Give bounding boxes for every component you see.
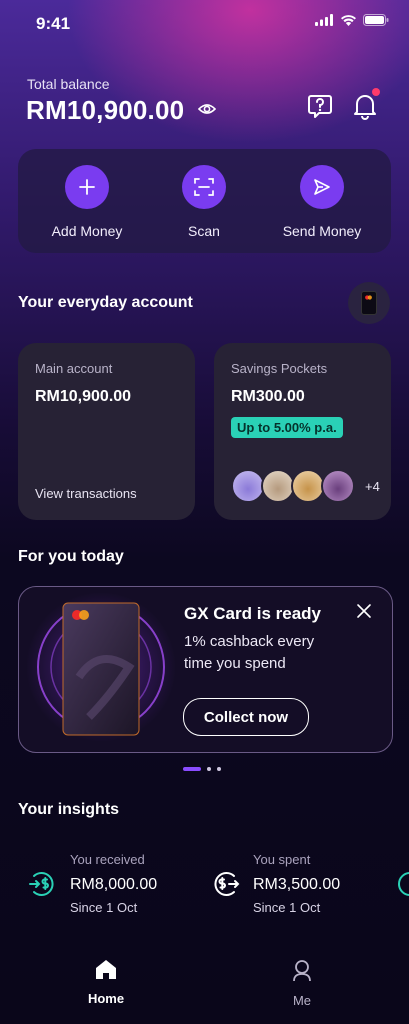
scan-label: Scan [188,223,220,239]
notification-bell-icon[interactable] [352,88,380,125]
home-icon [96,960,116,979]
received-since: Since 1 Oct [70,900,138,915]
received-icon [28,870,56,903]
carousel-pagination [183,767,221,771]
pocket-avatar-food [291,469,325,503]
plus-icon [65,165,109,209]
interest-rate-badge-text: Up to 5.00% p.a. [231,417,343,438]
everyday-account-title: Your everyday account [18,294,193,311]
savings-pockets-amount: RM300.00 [231,388,305,405]
quick-actions-panel: Add Money Scan Send Money [18,149,391,253]
nav-home[interactable]: Home [66,958,146,1006]
scan-button[interactable]: Scan [154,165,254,239]
send-money-button[interactable]: Send Money [272,165,372,239]
card-icon [361,291,377,315]
spent-label: You spent [253,852,311,867]
pagination-dot [207,767,211,771]
spent-since: Since 1 Oct [253,900,321,915]
pagination-dot [217,767,221,771]
scan-icon [182,165,226,209]
view-transactions-link[interactable]: View transactions [35,486,137,501]
promo-title: GX Card is ready [184,604,322,623]
interest-rate-badge: Up to 5.00% p.a. [231,417,343,438]
savings-pockets-card[interactable]: Savings Pockets RM300.00 Up to 5.00% p.a… [214,343,391,520]
status-icons [315,14,389,26]
pocket-avatar-car [261,469,295,503]
nav-me-label: Me [292,993,312,1008]
pocket-avatar-scooter [231,469,265,503]
promo-subtitle: 1% cashback every time you spend [184,633,315,672]
spent-amount: RM3,500.00 [253,876,341,893]
main-account-card[interactable]: Main account RM10,900.00 View transactio… [18,343,195,520]
pocket-avatar-gift [321,469,355,503]
received-amount: RM8,000.00 [70,876,158,893]
total-balance-amount: RM10,900.00 [26,95,185,125]
signal-icon [315,14,333,26]
eye-icon[interactable] [197,102,217,121]
add-money-label: Add Money [51,223,123,239]
send-icon [300,165,344,209]
insights-title: Your insights [18,801,120,818]
nav-home-label: Home [87,991,125,1006]
main-account-title: Main account [35,361,113,376]
close-icon[interactable] [356,603,372,624]
savings-pockets-title: Savings Pockets [231,361,328,376]
send-money-label: Send Money [282,223,362,239]
notification-dot [372,88,380,96]
nav-me[interactable]: Me [262,958,342,1008]
main-account-amount: RM10,900.00 [35,388,132,405]
total-balance-label: Total balance [27,76,110,92]
card-button[interactable] [348,282,390,324]
battery-icon [363,14,389,26]
status-time: 9:41 [36,14,71,33]
card-glow-illustration [26,592,176,742]
collect-now-button[interactable]: Collect now [183,698,309,736]
wifi-icon [341,15,356,26]
pocket-more-count: +4 [365,478,380,494]
help-icon[interactable] [306,92,334,125]
add-money-button[interactable]: Add Money [37,165,137,239]
pagination-dot-active [183,767,201,771]
next-insight-icon [396,870,409,898]
spent-icon [212,870,240,903]
for-you-title: For you today [18,548,124,565]
savings-pocket-avatars: +4 [231,469,380,503]
gx-card-promo[interactable]: GX Card is ready 1% cashback every time … [18,586,393,753]
profile-icon [293,960,311,982]
received-label: You received [70,852,145,867]
